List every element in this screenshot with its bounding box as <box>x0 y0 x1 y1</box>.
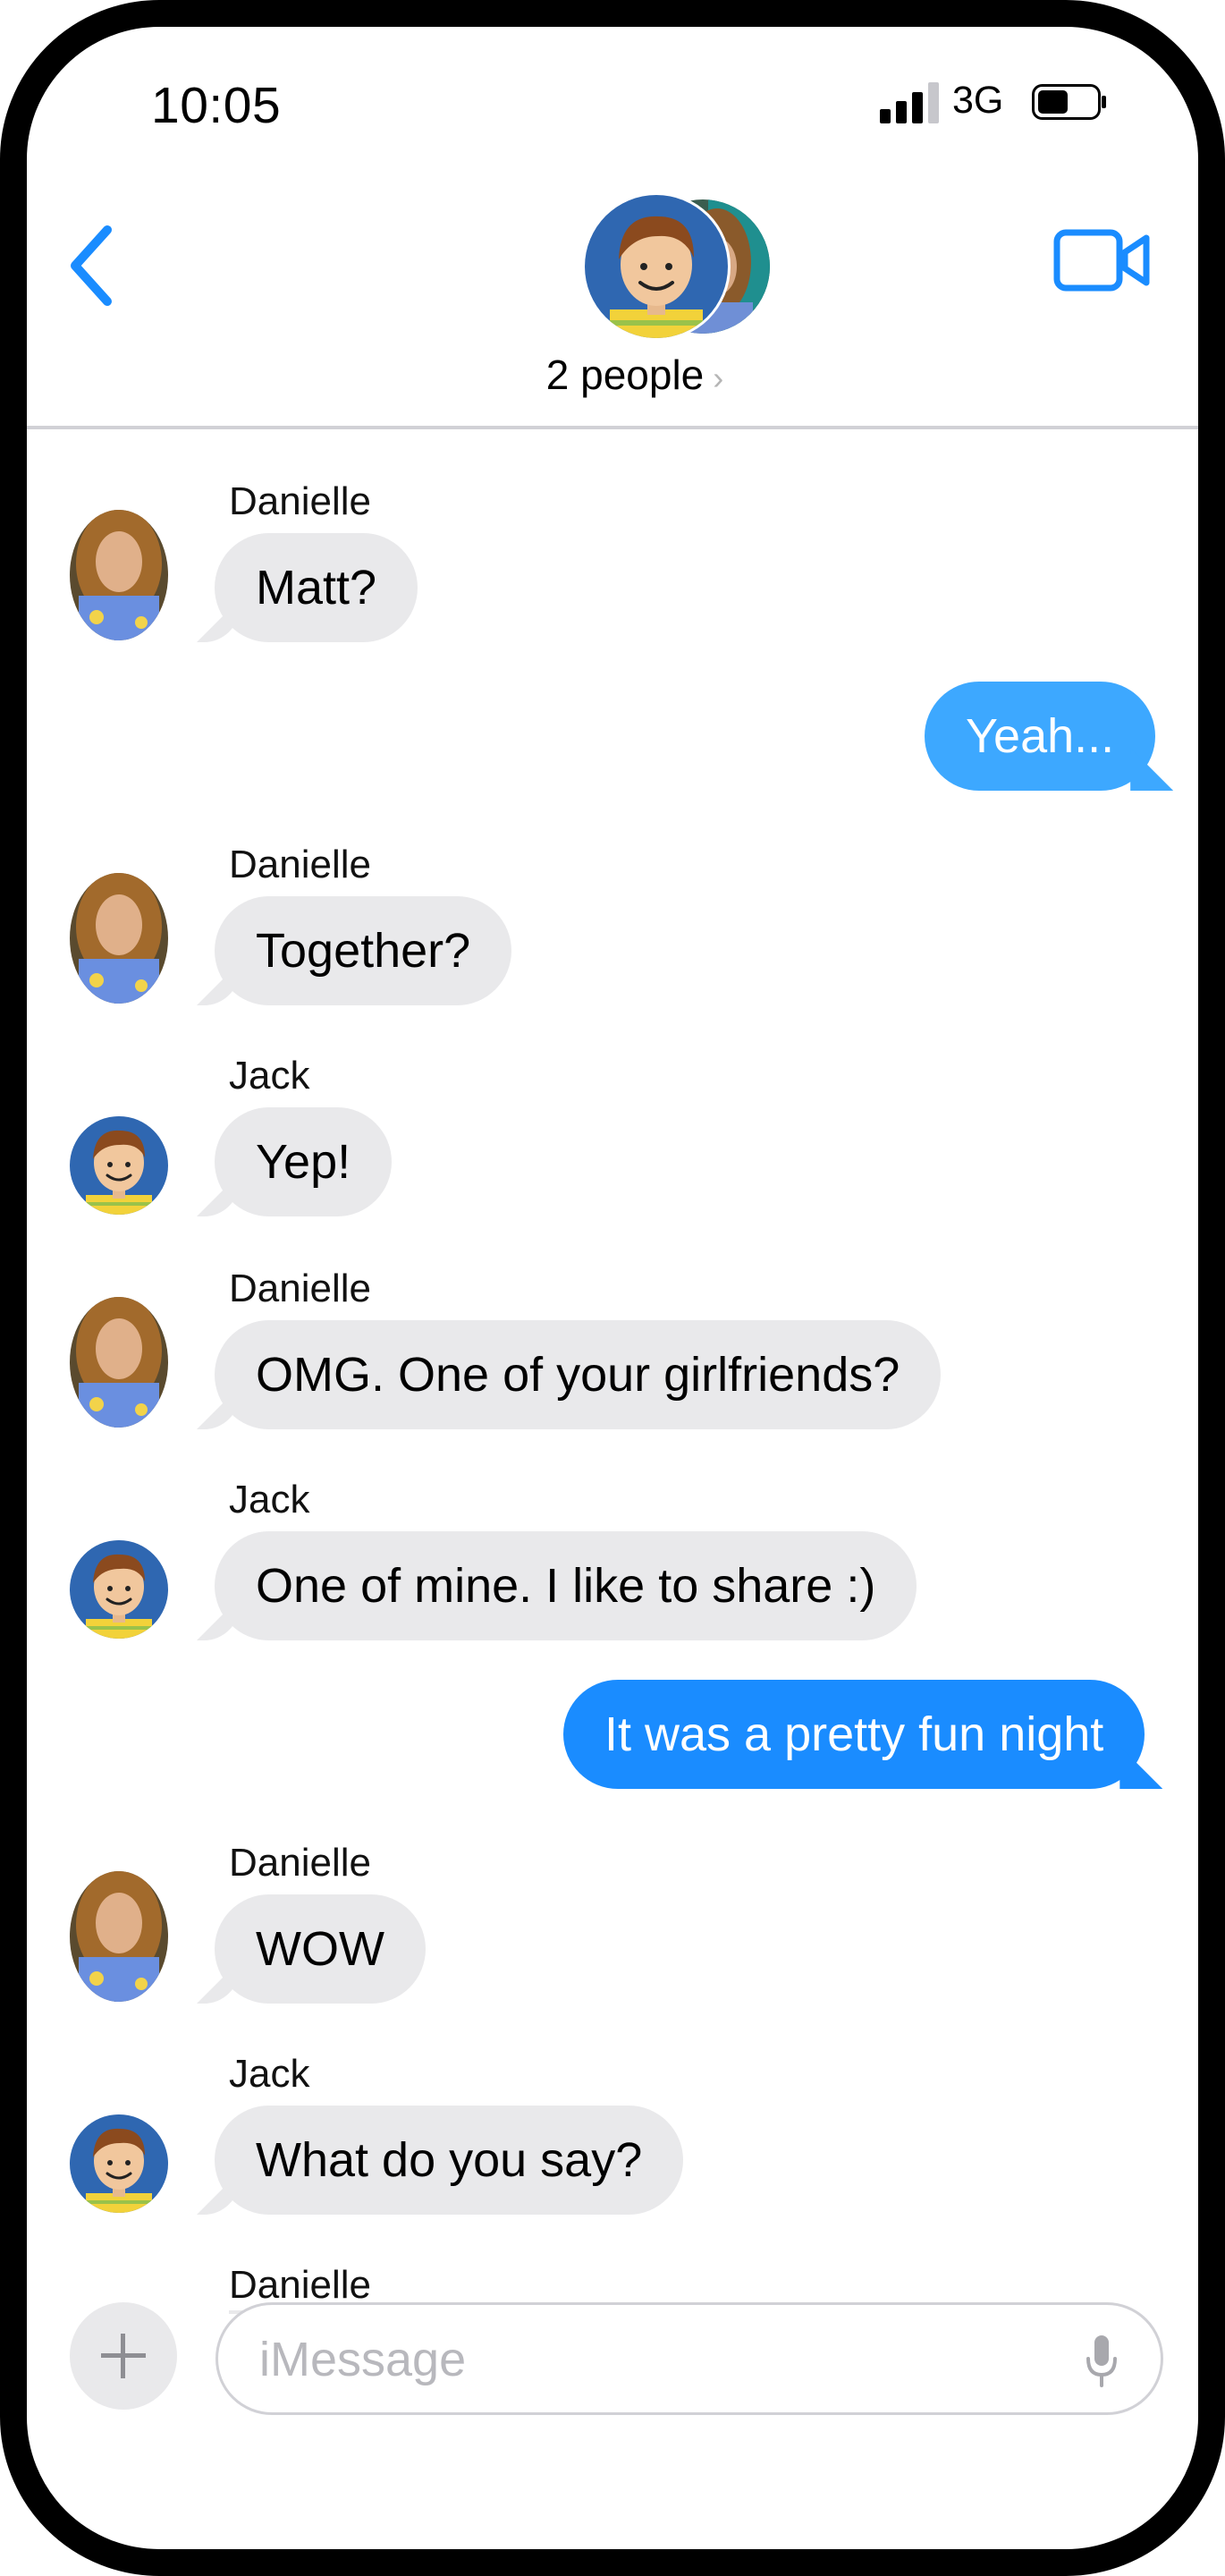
avatar-danielle[interactable] <box>70 1871 168 2002</box>
avatar-danielle[interactable] <box>70 510 168 640</box>
network-type: 3G <box>952 79 1004 122</box>
status-time: 10:05 <box>151 77 282 134</box>
sender-name: Danielle <box>229 1841 371 1885</box>
message-input-container[interactable] <box>215 2302 1163 2415</box>
message-bubble-incoming[interactable]: WOW <box>215 1894 426 2004</box>
plus-icon[interactable] <box>70 2302 177 2410</box>
message-bubble-outgoing[interactable]: It was a pretty fun night <box>563 1680 1145 1789</box>
sender-name: Jack <box>229 2052 310 2096</box>
sender-name: Jack <box>229 1478 310 1521</box>
message-bubble-outgoing[interactable]: Yeah... <box>925 682 1156 791</box>
group-subtitle[interactable]: 2 people › <box>519 351 751 399</box>
sender-name: Jack <box>229 1054 310 1097</box>
avatar-jack[interactable] <box>70 2114 168 2213</box>
message-bubble-incoming[interactable]: OMG. One of your girlfriends? <box>215 1320 942 1429</box>
avatar-jack[interactable] <box>70 1540 168 1639</box>
message-bubble-incoming[interactable]: Together? <box>215 896 512 1005</box>
signal-bars-icon <box>880 82 939 123</box>
message-bubble-incoming[interactable]: Matt? <box>215 533 418 642</box>
sender-name: Danielle <box>229 479 371 523</box>
header-divider <box>27 426 1198 429</box>
sender-name: Danielle <box>229 843 371 886</box>
status-icons: 3G <box>880 79 1148 136</box>
avatar-danielle[interactable] <box>70 1297 168 1428</box>
battery-icon <box>1032 84 1106 120</box>
group-avatar[interactable] <box>582 192 771 341</box>
message-bubble-incoming[interactable]: One of mine. I like to share :) <box>215 1531 917 1640</box>
avatar-danielle[interactable] <box>70 873 168 1004</box>
video-camera-icon[interactable] <box>1053 227 1152 293</box>
message-bubble-incoming[interactable]: What do you say? <box>215 2106 684 2215</box>
sender-name: Danielle <box>229 1267 371 1310</box>
avatar-jack[interactable] <box>70 1116 168 1215</box>
microphone-icon[interactable] <box>1084 2334 1119 2389</box>
phone-frame: 10:05 3G 2 people › Danielle Matt? Yeah.… <box>0 0 1225 2576</box>
group-member-count: 2 people <box>545 352 705 398</box>
chevron-right-icon: › <box>713 360 724 396</box>
chevron-left-icon[interactable] <box>64 221 118 310</box>
message-bubble-incoming[interactable]: Yep! <box>215 1107 393 1216</box>
sender-name: Danielle <box>229 2263 371 2307</box>
message-input[interactable] <box>258 2323 1048 2396</box>
